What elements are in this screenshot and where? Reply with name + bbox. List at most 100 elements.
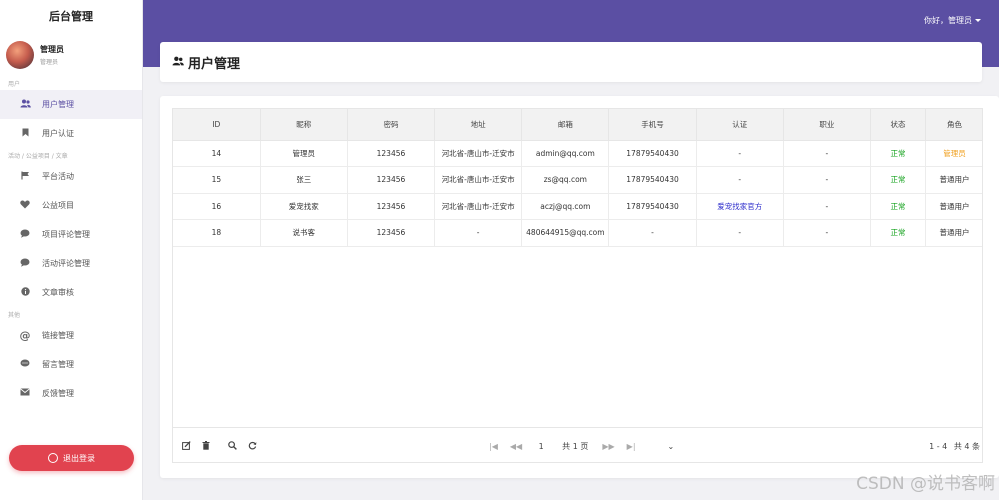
last-page-icon[interactable]: ▶| [627, 442, 636, 451]
column-header-password[interactable]: 密码 [347, 109, 436, 141]
sidebar-item-label: 留言管理 [42, 360, 74, 369]
cell-nickname: 张三 [260, 166, 348, 194]
table-row[interactable]: 15 张三 123456 河北省-唐山市-迁安市 zs@qq.com 17879… [173, 166, 982, 194]
cell-address: 河北省-唐山市-迁安市 [434, 140, 523, 167]
cell-nickname: 管理员 [260, 140, 348, 167]
refresh-icon[interactable] [245, 441, 259, 452]
cell-role: 普通用户 [925, 193, 982, 220]
table-row[interactable]: 18 说书客 123456 - 480644915@qq.com - - - 正… [173, 219, 982, 247]
table-row[interactable]: 16 爱宠找家 123456 河北省-唐山市-迁安市 aczj@qq.com 1… [173, 193, 982, 220]
prev-page-icon[interactable]: ◀◀ [510, 442, 522, 451]
cell-address: 河北省-唐山市-迁安市 [434, 193, 523, 220]
trash-icon[interactable] [199, 440, 213, 452]
column-header-address[interactable]: 地址 [434, 109, 523, 141]
cell-phone: - [608, 219, 697, 247]
profile: 管理员 管理员 [0, 34, 142, 76]
sidebar-item-label: 文章审核 [42, 288, 74, 297]
sidebar-item-label: 用户认证 [42, 129, 74, 138]
first-page-icon[interactable]: |◀ [489, 442, 498, 451]
sidebar-item-label: 平台活动 [42, 172, 74, 181]
cell-address: - [434, 219, 523, 247]
chevron-down-icon [975, 19, 981, 22]
cell-email: zs@qq.com [521, 166, 610, 194]
sidebar-item-link-management[interactable]: @ 链接管理 [0, 321, 142, 350]
section-label-users: 用户 [8, 81, 21, 88]
cell-verification: - [696, 166, 784, 194]
bookmark-icon [18, 128, 32, 140]
cell-verification: - [696, 219, 784, 247]
sidebar-item-message-management[interactable]: 留言管理 [0, 350, 142, 379]
pagination: |◀ ◀◀ 共 1 页 ▶▶ ▶| ⌄ [483, 428, 675, 462]
sidebar-item-label: 活动评论管理 [42, 259, 90, 268]
sidebar-item-charity-projects[interactable]: 公益项目 [0, 191, 142, 220]
table-row[interactable]: 14 管理员 123456 河北省-唐山市-迁安市 admin@qq.com 1… [173, 140, 982, 167]
edit-icon[interactable] [179, 440, 193, 452]
table-header-row: ID 昵称 密码 地址 邮箱 手机号 认证 职业 状态 角色 [173, 109, 982, 141]
cell-nickname: 说书客 [260, 219, 348, 247]
comment-icon [18, 229, 32, 241]
sidebar-item-label: 项目评论管理 [42, 230, 90, 239]
sidebar-item-feedback-management[interactable]: 反馈管理 [0, 379, 142, 408]
logout-icon [48, 453, 58, 463]
user-menu[interactable]: 你好，管理员 [924, 15, 981, 26]
section-label-activities: 活动 / 公益项目 / 文章 [8, 153, 68, 160]
flag-icon [18, 171, 32, 183]
logout-button[interactable]: 退出登录 [9, 445, 134, 471]
sidebar-item-platform-activities[interactable]: 平台活动 [0, 162, 142, 191]
cell-phone: 17879540430 [608, 140, 697, 167]
cell-status: 正常 [870, 166, 926, 194]
sidebar-item-article-review[interactable]: 文章审核 [0, 278, 142, 307]
cell-password: 123456 [347, 219, 436, 247]
cell-verification: - [696, 140, 784, 167]
search-icon[interactable] [225, 440, 239, 452]
cell-email: admin@qq.com [521, 140, 610, 167]
column-header-verification[interactable]: 认证 [696, 109, 784, 141]
heart-icon [18, 200, 32, 212]
sidebar-item-label: 链接管理 [42, 331, 74, 340]
cell-role: 管理员 [925, 140, 982, 167]
profile-name: 管理员 [40, 45, 64, 54]
cell-id: 16 [173, 193, 261, 220]
content-card: ID 昵称 密码 地址 邮箱 手机号 认证 职业 状态 角色 14 管理员 12… [160, 96, 999, 478]
brand-title: 后台管理 [49, 10, 93, 23]
page-number-input[interactable] [528, 438, 555, 455]
column-header-role[interactable]: 角色 [925, 109, 982, 141]
sidebar-item-label: 公益项目 [42, 201, 74, 210]
greeting-text: 你好，管理员 [924, 16, 972, 25]
table-toolbar: |◀ ◀◀ 共 1 页 ▶▶ ▶| ⌄ 1 - 4 共 4 条 [173, 427, 982, 462]
cell-password: 123456 [347, 193, 436, 220]
column-header-status[interactable]: 状态 [870, 109, 926, 141]
page-header: 用户管理 [160, 42, 982, 82]
next-page-icon[interactable]: ▶▶ [602, 442, 614, 451]
avatar [6, 41, 34, 69]
cell-id: 14 [173, 140, 261, 167]
record-total: 共 4 条 [953, 442, 980, 451]
sidebar-item-user-verification[interactable]: 用户认证 [0, 119, 142, 148]
envelope-icon [18, 388, 32, 399]
sidebar-item-project-comments[interactable]: 项目评论管理 [0, 220, 142, 249]
at-icon: @ [19, 329, 31, 342]
column-header-phone[interactable]: 手机号 [608, 109, 697, 141]
cell-address: 河北省-唐山市-迁安市 [434, 166, 523, 194]
users-icon [172, 56, 184, 69]
column-header-email[interactable]: 邮箱 [521, 109, 610, 141]
record-range: 1 - 4 [929, 442, 948, 451]
cell-role: 普通用户 [925, 166, 982, 194]
cell-id: 18 [173, 219, 261, 247]
cell-status: 正常 [870, 140, 926, 167]
sidebar-item-activity-comments[interactable]: 活动评论管理 [0, 249, 142, 278]
column-header-nickname[interactable]: 昵称 [260, 109, 348, 141]
sidebar: 后台管理 管理员 管理员 用户 用户管理 用户认证 活动 / 公益项目 / 文章… [0, 0, 143, 500]
cell-status: 正常 [870, 193, 926, 220]
column-header-id[interactable]: ID [173, 109, 261, 141]
column-header-occupation[interactable]: 职业 [783, 109, 872, 141]
cell-status: 正常 [870, 219, 926, 247]
page-size-dropdown[interactable]: ⌄ [668, 442, 675, 451]
cell-occupation: - [783, 193, 872, 220]
sidebar-item-user-management[interactable]: 用户管理 [0, 90, 142, 119]
sidebar-item-label: 反馈管理 [42, 389, 74, 398]
cell-nickname: 爱宠找家 [260, 193, 348, 220]
cell-phone: 17879540430 [608, 166, 697, 194]
cell-email: 480644915@qq.com [521, 219, 610, 247]
cell-phone: 17879540430 [608, 193, 697, 220]
